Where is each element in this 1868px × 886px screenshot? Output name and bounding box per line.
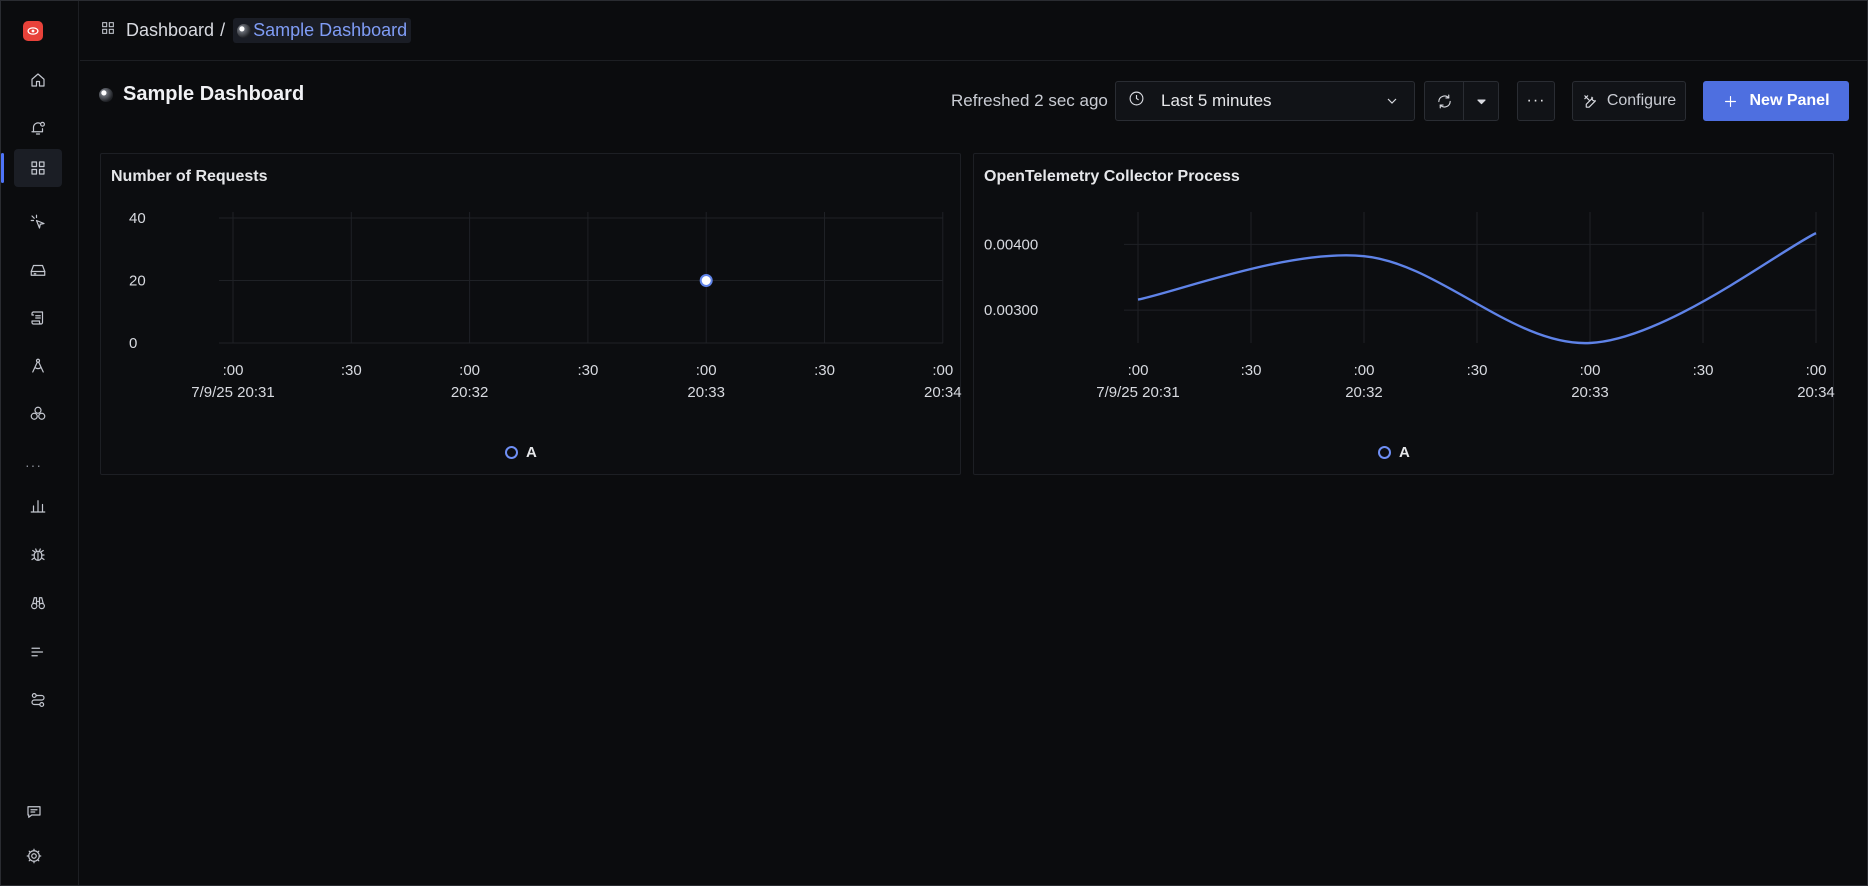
- x-tick-label: :30: [341, 362, 362, 379]
- data-point: [699, 274, 713, 287]
- sidebar-item-services[interactable]: [14, 395, 62, 433]
- sidebar-item-infra[interactable]: [14, 251, 62, 289]
- sidebar-item-workflows[interactable]: [14, 633, 62, 671]
- pointer-icon: [30, 214, 45, 229]
- x-tick-date-label: 20:33: [687, 384, 725, 401]
- x-tick-label: :00: [1354, 362, 1375, 379]
- sidebar-item-metrics[interactable]: [14, 487, 62, 525]
- x-tick-date-label: 20:33: [1571, 384, 1609, 401]
- dashboards-icon: [100, 20, 116, 41]
- y-tick-label: 40: [129, 210, 146, 227]
- sidebar: ···: [1, 1, 79, 885]
- panel-number-of-requests[interactable]: Number of Requests :00 7/9/25 20:31:30:00…: [100, 153, 962, 475]
- y-tick-label: 0: [129, 335, 137, 352]
- sidebar-item-logs[interactable]: [14, 299, 62, 337]
- breadcrumb-separator: /: [220, 20, 226, 40]
- legend-item[interactable]: A: [505, 444, 537, 461]
- x-tick-label: :30: [577, 362, 598, 379]
- breadcrumb-current[interactable]: Sample Dashboard: [233, 18, 412, 43]
- refreshed-status: Refreshed 2 sec ago: [951, 91, 1108, 110]
- sidebar-item-feedback[interactable]: [10, 793, 58, 831]
- x-tick-date-label: 20:34: [924, 384, 962, 401]
- y-tick-label: 0.00300: [984, 302, 1038, 319]
- pipeline-icon: [31, 693, 45, 707]
- x-tick-date-label: 7/9/25 20:31: [1096, 384, 1179, 401]
- time-range-select[interactable]: Last 5 minutes: [1115, 81, 1415, 121]
- configure-label: Configure: [1606, 92, 1677, 109]
- x-tick-label: :00: [696, 362, 717, 379]
- refresh-icon: [1437, 94, 1451, 108]
- refresh-button[interactable]: [1424, 81, 1464, 121]
- legend-label: A: [526, 444, 537, 461]
- y-tick-label: 0.00400: [984, 236, 1038, 253]
- x-tick-label: :00: [1806, 362, 1827, 379]
- app-logo-icon[interactable]: [23, 21, 43, 41]
- list-icon: [31, 647, 44, 657]
- sidebar-item-settings[interactable]: [10, 837, 58, 875]
- alerts-icon: [31, 121, 45, 135]
- x-tick-label: :00: [932, 362, 953, 379]
- panel-otel-collector-process[interactable]: OpenTelemetry Collector Process :00 7/9/2…: [973, 153, 1835, 475]
- x-tick-label: :00: [1580, 362, 1601, 379]
- time-range-value: Last 5 minutes: [1161, 91, 1272, 110]
- page-title: Sample Dashboard: [99, 83, 304, 106]
- refresh-interval-dropdown[interactable]: [1463, 81, 1499, 121]
- x-tick-label: :30: [1467, 362, 1488, 379]
- chat-icon: [27, 806, 41, 818]
- sidebar-more-icon[interactable]: ···: [25, 457, 42, 473]
- x-tick-date-label: 7/9/25 20:31: [191, 384, 274, 401]
- x-tick-label: :00: [1128, 362, 1149, 379]
- requests-chart: :00 7/9/25 20:31 :30 :00 20:32 :30 :00 20:33 :30…: [129, 210, 962, 401]
- sidebar-item-pipelines[interactable]: [14, 681, 62, 719]
- binoculars-icon: [31, 597, 45, 610]
- chart-icon: [30, 500, 46, 513]
- topbar: Dashboard / Sample Dashboard: [80, 1, 1867, 61]
- bug-icon: [31, 548, 45, 561]
- sidebar-item-exceptions[interactable]: [14, 536, 62, 574]
- caret-down-icon: [1476, 99, 1486, 104]
- dashboards-icon: [31, 161, 45, 175]
- x-tick-label: :00: [459, 362, 480, 379]
- sidebar-item-explorer[interactable]: [14, 203, 62, 241]
- sidebar-item-alerts[interactable]: [14, 109, 62, 147]
- x-tick-date-label: 20:34: [1797, 384, 1835, 401]
- x-tick-label: :00: [223, 362, 244, 379]
- legend-swatch: [1378, 446, 1391, 459]
- more-options-button[interactable]: ···: [1517, 81, 1555, 121]
- services-icon: [30, 406, 46, 420]
- sidebar-item-traces[interactable]: [14, 347, 62, 385]
- legend-item[interactable]: A: [1378, 444, 1410, 461]
- x-tick-label: :30: [814, 362, 835, 379]
- compass-icon: [32, 358, 44, 373]
- sidebar-item-monitoring[interactable]: [14, 584, 62, 622]
- scroll-icon: [31, 311, 44, 325]
- sidebar-item-home[interactable]: [14, 61, 62, 99]
- legend-label: A: [1399, 444, 1410, 461]
- home-icon: [31, 73, 45, 87]
- otel-chart: :00 7/9/25 20:31 :30 :00 20:32 :30 :00 20:33 :30…: [984, 212, 1835, 401]
- new-panel-label: New Panel: [1749, 92, 1830, 109]
- x-tick-date-label: 20:32: [451, 384, 489, 401]
- sidebar-item-dashboards[interactable]: [1, 149, 62, 187]
- x-tick-label: :30: [1241, 362, 1262, 379]
- y-tick-label: 20: [129, 273, 146, 290]
- dashboard-ball-icon: [99, 87, 113, 102]
- page-title-text: Sample Dashboard: [123, 83, 305, 105]
- new-panel-button[interactable]: New Panel: [1703, 81, 1849, 121]
- plus-icon: [1725, 95, 1737, 107]
- chevron-down-icon: [1384, 93, 1400, 114]
- configure-button[interactable]: Configure: [1572, 81, 1686, 121]
- legend-swatch: [505, 446, 518, 459]
- breadcrumb-root[interactable]: Dashboard: [126, 20, 214, 41]
- x-tick-date-label: 20:32: [1345, 384, 1383, 401]
- tools-icon: [1584, 94, 1596, 108]
- drive-icon: [30, 264, 46, 276]
- app-window: ··· Dashboard / Sample Dashboard Sample …: [0, 0, 1868, 886]
- breadcrumb-current-label: Sample Dashboard: [253, 20, 408, 40]
- settings-icon: [26, 848, 42, 864]
- dashboard-ball-icon: [237, 23, 252, 38]
- clock-icon: [1128, 90, 1145, 112]
- x-tick-label: :30: [1693, 362, 1714, 379]
